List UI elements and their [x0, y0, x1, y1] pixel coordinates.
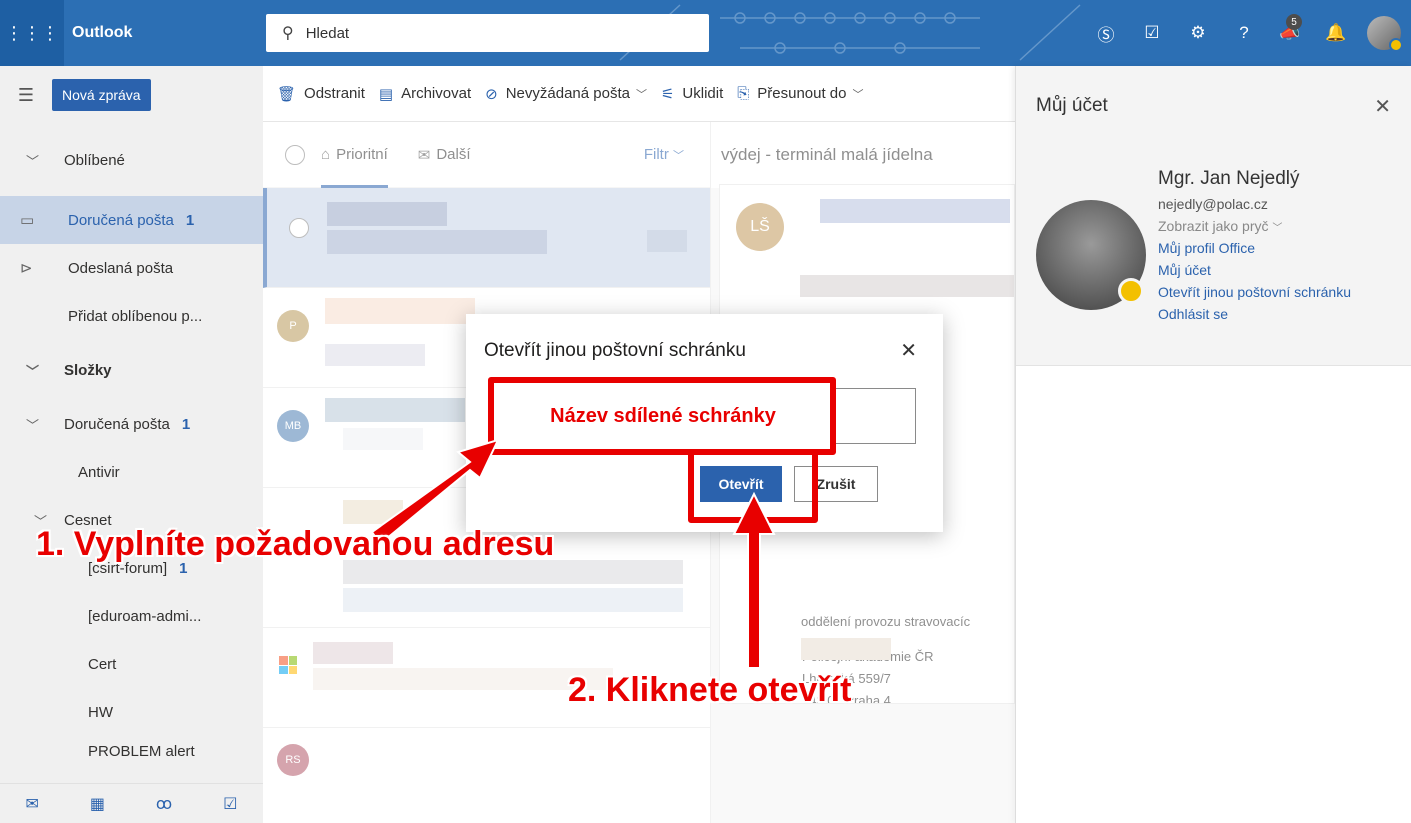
move-label: Přesunout do — [757, 85, 847, 102]
chevron-down-icon[interactable]: ﹀ — [853, 86, 864, 102]
skype-icon[interactable]: Ⓢ — [1083, 0, 1129, 66]
favorites-label: Oblíbené — [64, 151, 125, 169]
status-label: Zobrazit jako pryč — [1158, 218, 1269, 234]
broom-icon: ⚟ — [660, 85, 675, 103]
folder-label: PROBLEM alert — [88, 742, 195, 760]
search-box[interactable]: ⚲ Hledat — [266, 14, 709, 52]
office-profile-link[interactable]: Můj profil Office — [1158, 240, 1351, 256]
folder-move-icon: ⎘ — [737, 85, 750, 102]
close-icon[interactable]: ✕ — [1374, 94, 1391, 119]
folder-eduroam[interactable]: [eduroam-admi... — [0, 592, 263, 640]
search-icon: ⚲ — [282, 25, 294, 42]
account-header: Můj účet ✕ — [1016, 66, 1411, 146]
top-bar: ⋮⋮⋮ Outlook ⚲ Hledat Ⓢ ☑ ⚙ ? 📣 5 🔔 — [0, 0, 1411, 66]
nav-item-inbox[interactable]: ▭ Doručená pošta 1 — [0, 196, 263, 244]
folder-label: HW — [88, 703, 113, 721]
delete-button[interactable]: 🗑 Odstranit — [277, 85, 365, 103]
command-bar: 🗑 Odstranit ▤ Archivovat ⊘ Nevyžádaná pošta… — [263, 66, 1015, 122]
folders-label: Složky — [64, 361, 112, 379]
user-avatar[interactable] — [1367, 16, 1403, 52]
nav-header: ☰ Nová zpráva — [0, 66, 263, 124]
junk-label: Nevyžádaná pošta — [505, 85, 630, 102]
folder-label: [eduroam-admi... — [88, 607, 202, 625]
account-body: Mgr. Jan Nejedlý nejedly@polac.cz Zobraz… — [1016, 146, 1411, 366]
app-name[interactable]: Outlook — [72, 24, 267, 42]
button-highlight-box — [688, 449, 818, 523]
chevron-down-icon: ﹀ — [1272, 223, 1283, 234]
close-icon[interactable]: ✕ — [900, 338, 917, 363]
account-title: Můj účet — [1036, 95, 1108, 116]
account-panel: Můj účet ✕ Mgr. Jan Nejedlý nejedly@pola… — [1015, 66, 1411, 823]
unread-count: 1 — [185, 211, 195, 229]
account-email: nejedly@polac.cz — [1158, 196, 1268, 212]
account-name: Mgr. Jan Nejedlý — [1158, 168, 1300, 189]
block-icon: ⊘ — [485, 85, 498, 103]
delete-label: Odstranit — [304, 85, 365, 102]
module-switcher: ✉ ▦ ꝏ ☑ — [0, 783, 263, 823]
inbox-icon: ▭ — [20, 212, 35, 229]
bell-icon[interactable]: 🔔 — [1313, 0, 1359, 66]
archive-label: Archivovat — [401, 85, 472, 102]
folder-inbox[interactable]: ﹀ Doručená pošta 1 — [0, 400, 263, 448]
sweep-label: Uklidit — [682, 85, 724, 102]
folder-hw[interactable]: HW — [0, 688, 263, 736]
mail-icon[interactable]: ✉ — [25, 794, 38, 814]
chevron-down-icon: ﹀ — [26, 153, 40, 169]
nav-item-add-favorite[interactable]: Přidat oblíbenou p... — [0, 292, 263, 340]
people-icon[interactable]: ꝏ — [156, 794, 172, 814]
step1-callout: 1. Vyplníte požadovanou adresu — [36, 525, 555, 563]
notification-badge: 5 — [1286, 14, 1302, 30]
new-mail-button[interactable]: Nová zpráva — [52, 79, 151, 111]
hamburger-icon[interactable]: ☰ — [0, 85, 52, 106]
step2-callout: 2. Kliknete otevřít — [568, 671, 852, 709]
folder-problem-alert[interactable]: PROBLEM alert — [0, 736, 263, 766]
nav-item-sent[interactable]: ⊳ Odeslaná pošta — [0, 244, 263, 292]
nav-item-label: Doručená pošta — [68, 211, 174, 229]
sweep-button[interactable]: ⚟ Uklidit — [661, 85, 723, 103]
chevron-down-icon: ﹀ — [26, 363, 40, 379]
archive-icon: ▤ — [378, 85, 394, 103]
chevron-down-icon: ﹀ — [26, 417, 40, 433]
presence-status[interactable]: Zobrazit jako pryč ﹀ — [1158, 218, 1351, 234]
app-launcher-icon[interactable]: ⋮⋮⋮ — [0, 0, 64, 66]
settings-icon[interactable]: ⚙ — [1175, 0, 1221, 66]
profile-photo[interactable] — [1036, 200, 1146, 310]
input-annotation-label: Název sdílené schránky — [550, 404, 776, 427]
account-info: Mgr. Jan Nejedlý nejedly@polac.cz Zobraz… — [1158, 168, 1351, 328]
trash-icon: 🗑 — [277, 85, 297, 103]
favorites-header[interactable]: ﹀ Oblíbené — [0, 124, 263, 196]
search-input[interactable]: Hledat — [306, 25, 349, 42]
tasks-icon[interactable]: ☑ — [1129, 0, 1175, 66]
help-icon[interactable]: ? — [1221, 0, 1267, 66]
send-icon: ⊳ — [20, 260, 33, 277]
left-navigation: ☰ Nová zpráva ﹀ Oblíbené ▭ Doručená pošt… — [0, 66, 263, 823]
move-button[interactable]: ⎘ Přesunout do ﹀ — [737, 85, 863, 102]
nav-item-label: Odeslaná pošta — [68, 259, 174, 277]
dialog-title: Otevřít jinou poštovní schránku — [484, 340, 746, 361]
todo-icon[interactable]: ☑ — [223, 794, 237, 814]
header-actions: Ⓢ ☑ ⚙ ? 📣 5 🔔 — [1083, 0, 1411, 66]
unread-count: 1 — [181, 415, 191, 433]
megaphone-icon[interactable]: 📣 5 — [1267, 0, 1313, 66]
folder-antivir[interactable]: Antivir — [0, 448, 263, 496]
calendar-icon[interactable]: ▦ — [90, 794, 105, 814]
open-other-mailbox-link[interactable]: Otevřít jinou poštovní schránku — [1158, 284, 1351, 300]
nav-item-label: Přidat oblíbenou p... — [68, 307, 203, 325]
folders-header[interactable]: ﹀ Složky — [0, 340, 263, 400]
chevron-down-icon[interactable]: ﹀ — [636, 86, 647, 102]
archive-button[interactable]: ▤ Archivovat — [379, 85, 471, 103]
sign-out-link[interactable]: Odhlásit se — [1158, 306, 1351, 322]
folder-label: Cert — [88, 655, 117, 673]
folder-cert[interactable]: Cert — [0, 640, 263, 688]
folder-label: Doručená pošta — [64, 415, 170, 433]
my-account-link[interactable]: Můj účet — [1158, 262, 1351, 278]
junk-button[interactable]: ⊘ Nevyžádaná pošta ﹀ — [485, 85, 647, 103]
folder-label: Antivir — [78, 463, 120, 481]
